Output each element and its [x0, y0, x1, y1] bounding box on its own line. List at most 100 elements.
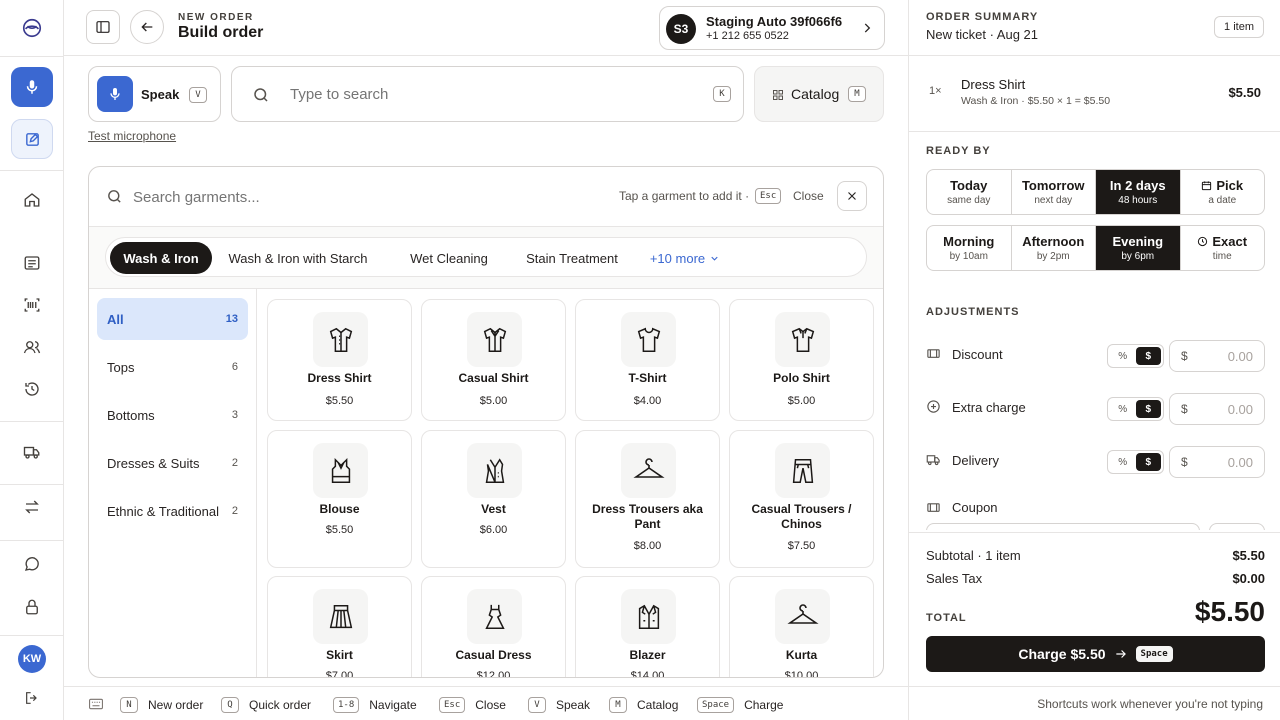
- ready-in-2-days-option[interactable]: In 2 days 48 hours: [1096, 170, 1181, 214]
- percent-option[interactable]: %: [1110, 347, 1136, 365]
- speak-button[interactable]: Speak V: [88, 66, 221, 122]
- currency-symbol: $: [1181, 349, 1188, 363]
- garment-hint: Tap a garment to add it ·: [619, 189, 750, 203]
- adjustments-heading: ADJUSTMENTS: [926, 306, 1020, 318]
- apply-coupon-button[interactable]: [1209, 523, 1265, 530]
- order-search-input[interactable]: [290, 83, 690, 105]
- garment-price: $7.00: [325, 670, 354, 678]
- more-services-button[interactable]: +10 more: [642, 242, 728, 274]
- dollar-option[interactable]: $: [1135, 400, 1161, 418]
- customer-selector[interactable]: S3 Staging Auto 39f066f6 +1 212 655 0522: [659, 6, 885, 50]
- garment-card-dress-shirt[interactable]: Dress Shirt $5.50: [267, 299, 412, 421]
- history-icon[interactable]: [22, 379, 42, 399]
- charge-button[interactable]: Charge $5.50 Space: [926, 636, 1265, 672]
- dollar-option[interactable]: $: [1135, 453, 1161, 471]
- back-button[interactable]: [130, 10, 164, 44]
- tab-stain-treatment[interactable]: Stain Treatment: [512, 242, 632, 274]
- tab-wash-iron-starch[interactable]: Wash & Iron with Starch: [218, 242, 378, 274]
- garment-card-polo-shirt[interactable]: Polo Shirt $5.00: [729, 299, 874, 421]
- shortcut-label: Navigate: [369, 698, 417, 712]
- garment-card-casual-shirt[interactable]: Casual Shirt $5.00: [421, 299, 566, 421]
- app-logo-icon[interactable]: [11, 8, 53, 48]
- category-bottoms[interactable]: Bottoms 3: [97, 394, 248, 436]
- garment-card-vest[interactable]: Vest $6.00: [421, 430, 566, 568]
- build-order-nav-button[interactable]: [11, 119, 53, 159]
- lock-icon[interactable]: [22, 597, 42, 617]
- ready-today-option[interactable]: Today same day: [927, 170, 1012, 214]
- catalog-button[interactable]: Catalog M: [754, 66, 884, 122]
- shortcut-label: Quick order: [249, 698, 312, 712]
- adjustment-label: Delivery: [952, 453, 999, 468]
- tab-wash-iron[interactable]: Wash & Iron: [110, 242, 212, 274]
- exact-time-option[interactable]: Exact time: [1181, 226, 1265, 270]
- coupon-input[interactable]: [926, 523, 1200, 530]
- barcode-icon[interactable]: [22, 295, 42, 315]
- category-label: Bottoms: [107, 407, 155, 423]
- ready-evening-option[interactable]: Evening by 6pm: [1096, 226, 1181, 270]
- garment-card-dress-trousers[interactable]: Dress Trousers aka Pant $8.00: [575, 430, 720, 568]
- page-eyebrow: NEW ORDER: [178, 12, 254, 23]
- test-microphone-link[interactable]: Test microphone: [88, 129, 176, 143]
- delivery-type-toggle[interactable]: % $: [1107, 450, 1164, 474]
- shortcut-key: V: [528, 697, 546, 713]
- logout-icon[interactable]: [22, 688, 42, 708]
- garment-card-blazer[interactable]: Blazer $14.00: [575, 576, 720, 677]
- order-search-box[interactable]: K: [231, 66, 744, 122]
- close-label: Close: [793, 189, 824, 203]
- dress-shirt-icon: [313, 312, 368, 367]
- percent-option[interactable]: %: [1110, 453, 1136, 471]
- skirt-icon: [313, 589, 368, 644]
- user-avatar[interactable]: KW: [18, 645, 46, 673]
- category-all[interactable]: All 13: [97, 298, 248, 340]
- discount-type-toggle[interactable]: % $: [1107, 344, 1164, 368]
- customers-icon[interactable]: [22, 337, 42, 357]
- home-icon[interactable]: [22, 190, 42, 210]
- option-title: Tomorrow: [1021, 178, 1085, 193]
- ready-tomorrow-option[interactable]: Tomorrow next day: [1012, 170, 1096, 214]
- currency-symbol: $: [1181, 455, 1188, 469]
- chat-icon[interactable]: [22, 554, 42, 574]
- toggle-sidebar-button[interactable]: [86, 10, 120, 44]
- shortcut-key: N: [120, 697, 138, 713]
- keyboard-icon: [89, 698, 103, 710]
- dress-icon: [467, 589, 522, 644]
- garment-search-input[interactable]: [133, 186, 463, 208]
- garment-card-casual-dress[interactable]: Casual Dress $12.00: [421, 576, 566, 677]
- close-garments-button[interactable]: [837, 181, 867, 211]
- category-tops[interactable]: Tops 6: [97, 346, 248, 388]
- garment-price: $10.00: [784, 670, 819, 678]
- category-dresses-suits[interactable]: Dresses & Suits 2: [97, 442, 248, 484]
- delivery-amount-input[interactable]: $0.00: [1169, 446, 1265, 478]
- summary-heading: ORDER SUMMARY: [926, 11, 1039, 23]
- percent-option[interactable]: %: [1110, 400, 1136, 418]
- delivery-truck-icon[interactable]: [22, 442, 42, 462]
- garment-card-skirt[interactable]: Skirt $7.00: [267, 576, 412, 678]
- garment-search-bar: Tap a garment to add it · Esc Close: [89, 167, 883, 227]
- transfer-icon[interactable]: [22, 497, 42, 517]
- dollar-option[interactable]: $: [1135, 347, 1161, 365]
- discount-amount-input[interactable]: $0.00: [1169, 340, 1265, 372]
- order-line-item[interactable]: 1× Dress Shirt Wash & Iron · $5.50 × 1 =…: [909, 56, 1280, 132]
- garment-card-t-shirt[interactable]: T-Shirt $4.00: [575, 299, 720, 421]
- garment-name: Blouse: [319, 502, 360, 516]
- garment-card-kurta[interactable]: Kurta $10.00: [729, 576, 874, 678]
- adjustment-label: Discount: [952, 347, 1003, 362]
- ready-afternoon-option[interactable]: Afternoon by 2pm: [1012, 226, 1096, 270]
- tab-wet-cleaning[interactable]: Wet Cleaning: [394, 242, 504, 274]
- extra-charge-amount-input[interactable]: $0.00: [1169, 393, 1265, 425]
- orders-icon[interactable]: [22, 253, 42, 273]
- garment-card-blouse[interactable]: Blouse $5.50: [267, 430, 412, 568]
- extra-charge-type-toggle[interactable]: % $: [1107, 397, 1164, 421]
- shortcut-quick-order: Q Quick order: [221, 697, 311, 713]
- shortcut-key: Q: [221, 697, 239, 713]
- order-summary-panel: ORDER SUMMARY New ticket · Aug 21 1 item…: [908, 0, 1280, 720]
- pick-date-option[interactable]: Pick a date: [1181, 170, 1265, 214]
- voice-order-button[interactable]: [11, 67, 53, 107]
- option-sub: 48 hours: [1118, 195, 1158, 206]
- garment-card-casual-trousers[interactable]: Casual Trousers / Chinos $7.50: [729, 430, 874, 568]
- ready-morning-option[interactable]: Morning by 10am: [927, 226, 1012, 270]
- category-ethnic-traditional[interactable]: Ethnic & Traditional 2: [97, 490, 248, 532]
- discount-row: Discount % $ $0.00: [926, 340, 1265, 372]
- line-qty: 1×: [929, 85, 942, 97]
- shortcut-bar: N New order Q Quick order 1-8 Navigate Esc C…: [64, 686, 908, 720]
